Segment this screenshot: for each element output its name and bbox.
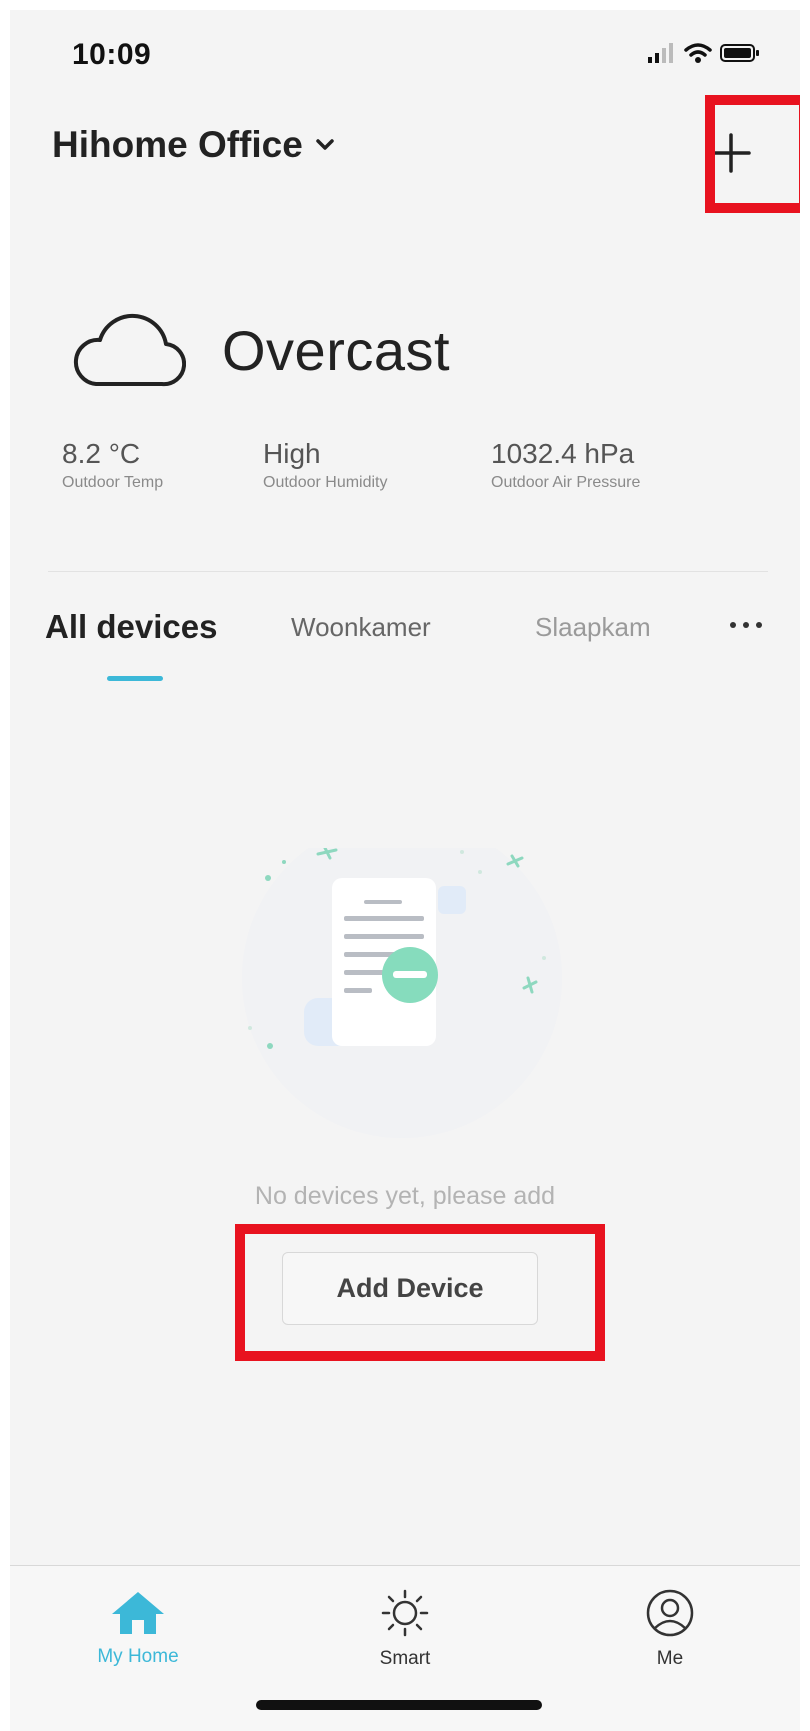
humidity-label: Outdoor Humidity — [263, 474, 388, 491]
wifi-icon — [684, 43, 712, 63]
section-divider — [48, 571, 768, 572]
highlight-box-add — [705, 95, 800, 213]
home-icon — [112, 1592, 164, 1634]
chevron-down-icon — [316, 139, 334, 150]
weather-summary: Overcast — [70, 310, 450, 390]
metric-air-pressure: 1032.4 hPa Outdoor Air Pressure — [491, 438, 640, 492]
more-tabs-button[interactable] — [730, 622, 762, 628]
temperature-label: Outdoor Temp — [62, 474, 164, 491]
nav-smart[interactable]: Smart — [325, 1588, 485, 1670]
highlight-box-add-device — [235, 1224, 605, 1361]
status-icons — [648, 42, 760, 64]
air-pressure-value: 1032.4 hPa — [491, 438, 635, 469]
sun-icon — [381, 1589, 429, 1637]
weather-condition: Overcast — [222, 318, 451, 382]
home-name: Hihome Office — [52, 124, 303, 165]
nav-me[interactable]: Me — [590, 1588, 750, 1670]
cloud-icon — [73, 313, 186, 387]
humidity-value: High — [263, 438, 321, 469]
active-tab-indicator — [107, 676, 163, 681]
signal-icon — [648, 43, 673, 63]
app-screen: 10:09 Hihome Office Overcast 8.2 °C Outd… — [10, 10, 800, 1731]
empty-devices-illustration — [242, 848, 562, 1138]
nav-label-smart: Smart — [379, 1648, 431, 1669]
empty-state-message: No devices yet, please add — [254, 1182, 556, 1210]
metric-humidity: High Outdoor Humidity — [263, 438, 388, 492]
air-pressure-label: Outdoor Air Pressure — [491, 474, 641, 491]
home-selector[interactable]: Hihome Office — [52, 124, 335, 166]
battery-icon — [720, 44, 759, 62]
status-time: 10:09 — [72, 38, 152, 71]
more-dot — [756, 622, 762, 628]
metric-temperature: 8.2 °C Outdoor Temp — [62, 438, 163, 492]
nav-label-me: Me — [656, 1648, 684, 1669]
tab-woonkamer[interactable]: Woonkamer — [291, 612, 431, 643]
more-dot — [743, 622, 749, 628]
nav-my-home[interactable]: My Home — [58, 1588, 218, 1668]
more-dot — [730, 622, 736, 628]
tab-slaapkamer[interactable]: Slaapkam — [535, 612, 653, 643]
temperature-value: 8.2 °C — [62, 438, 141, 469]
tab-all-devices[interactable]: All devices — [45, 608, 217, 646]
nav-label-my-home: My Home — [97, 1646, 179, 1667]
user-icon — [646, 1589, 694, 1637]
home-indicator-bar — [256, 1700, 542, 1710]
